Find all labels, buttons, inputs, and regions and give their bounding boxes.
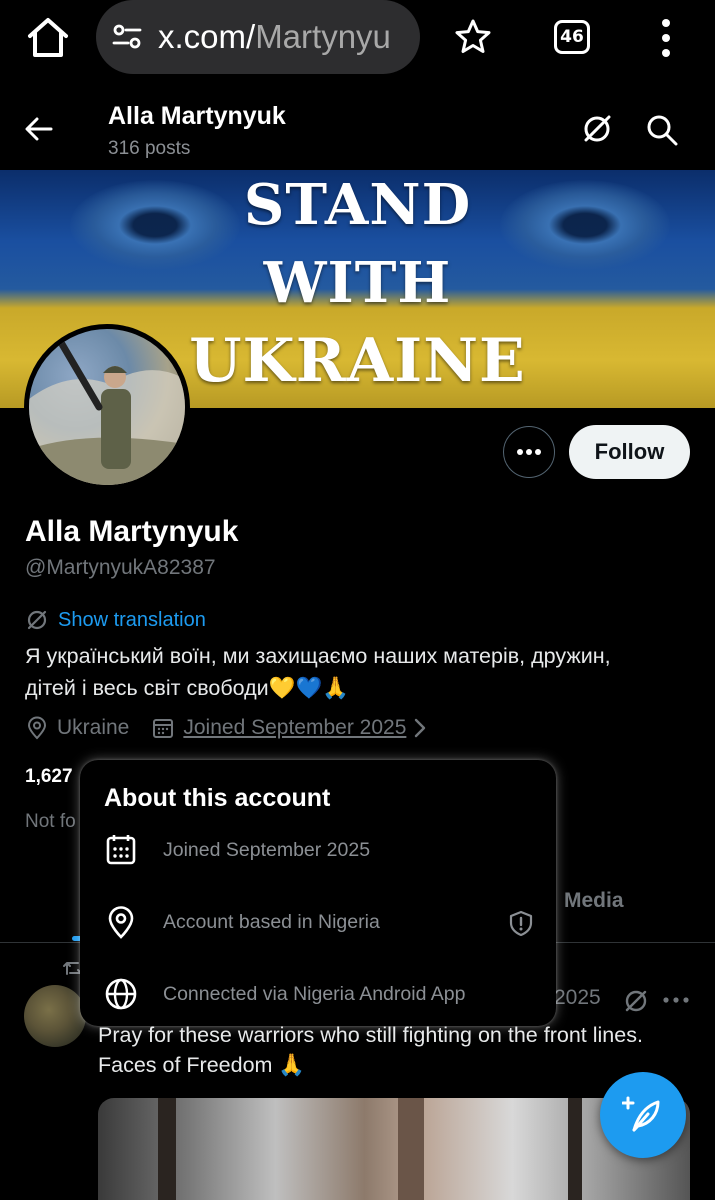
popover-connected-text: Connected via Nigeria Android App (163, 982, 466, 1005)
compose-feather-icon (622, 1096, 660, 1132)
location-pin-icon (108, 906, 134, 939)
follow-button[interactable]: Follow (569, 425, 690, 479)
popover-title: About this account (104, 784, 331, 812)
more-dots-icon (517, 449, 541, 455)
avatar[interactable] (24, 324, 190, 490)
popover-connected-row: Connected via Nigeria Android App (104, 974, 534, 1014)
bio-line-1: Я український воїн, ми захищаємо наших м… (25, 644, 611, 668)
profile-name: Alla Martynyuk (25, 515, 239, 548)
post-avatar[interactable] (24, 985, 86, 1047)
more-options-button[interactable] (503, 426, 555, 478)
not-followed-text: Not fo (25, 811, 76, 832)
calendar-icon (153, 719, 174, 738)
back-arrow-icon[interactable] (24, 114, 54, 144)
search-icon[interactable] (646, 114, 678, 146)
post-image-tree (568, 1098, 582, 1200)
following-count[interactable]: 1,627 (25, 766, 73, 788)
post-text-line-2: Faces of Freedom 🙏 (98, 1053, 306, 1077)
star-icon[interactable] (454, 18, 492, 56)
profile-meta: Ukraine Joined September 2025 (25, 716, 428, 740)
popover-based-in-text: Account based in Nigeria (163, 910, 380, 933)
post-text: Pray for these warriors who still fighti… (98, 1020, 698, 1080)
post-more-icon[interactable] (662, 992, 690, 1008)
chevron-right-icon (415, 718, 426, 738)
translate-icon (27, 610, 47, 630)
header-post-count: 316 posts (108, 138, 191, 159)
popover-joined-text: Joined September 2025 (163, 838, 371, 861)
globe-icon (105, 978, 137, 1010)
translate-icon[interactable] (580, 112, 614, 146)
about-account-popover: About this account Joined September 2025… (80, 760, 556, 1026)
post-date: 2025 (554, 986, 601, 1009)
url-text: x.com/Martynyu (158, 18, 391, 55)
profile-bio: Я український воїн, ми захищаємо наших м… (25, 640, 685, 704)
menu-icon[interactable] (656, 16, 676, 60)
header-name: Alla Martynyuk (108, 102, 286, 130)
post-image-tree (158, 1098, 176, 1200)
calendar-icon (106, 835, 136, 865)
site-settings-icon[interactable] (112, 22, 142, 52)
bio-line-2: дітей і весь світ свободи💛💙🙏 (25, 676, 350, 700)
show-translation-label: Show translation (58, 608, 206, 631)
profile-location: Ukraine (57, 716, 130, 739)
tab-media[interactable]: Media (564, 889, 624, 913)
popover-location-row: Account based in Nigeria (104, 902, 534, 942)
location-pin-icon (27, 716, 47, 740)
tabs-count-button[interactable]: 46 (554, 20, 590, 54)
post-image-tree (398, 1098, 424, 1200)
show-translation-link[interactable]: Show translation (25, 608, 206, 632)
shield-alert-icon[interactable] (508, 910, 534, 936)
avatar-photo (29, 335, 185, 485)
banner-text-with: WITH (263, 250, 452, 316)
profile-handle: @MartynyukA82387 (25, 556, 216, 579)
home-icon[interactable] (26, 16, 70, 60)
compose-post-button[interactable] (600, 1072, 686, 1158)
browser-toolbar: x.com/Martynyu 46 (0, 0, 715, 78)
banner-text-stand: STAND (243, 172, 472, 238)
popover-joined-row: Joined September 2025 (104, 830, 534, 870)
translate-icon[interactable] (622, 987, 650, 1015)
address-bar[interactable]: x.com/Martynyu (96, 0, 420, 74)
joined-date-link[interactable]: Joined September 2025 (183, 716, 406, 740)
profile-header: Alla Martynyuk 316 posts (0, 90, 715, 170)
